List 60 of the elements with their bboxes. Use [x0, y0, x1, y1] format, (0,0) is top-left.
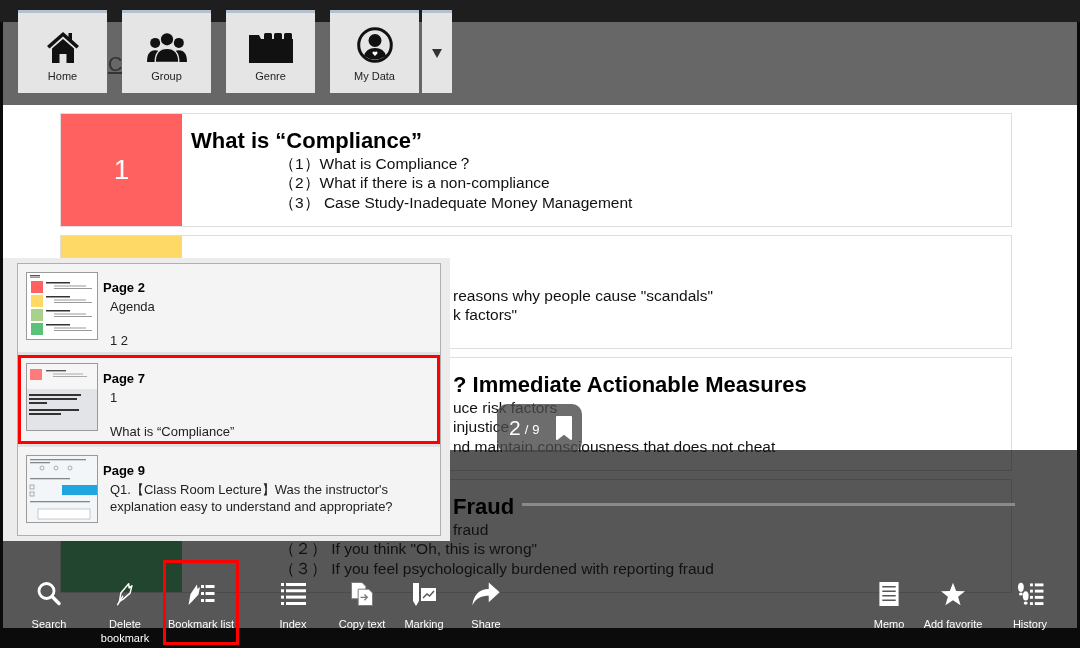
dropdown-button[interactable]: [422, 10, 452, 93]
group-button[interactable]: Group: [122, 10, 211, 93]
footprints-list-icon: [1016, 582, 1044, 606]
page-thumbnail-drawing: [26, 454, 98, 523]
share-icon: [471, 582, 501, 606]
agenda-number: 1: [113, 154, 130, 186]
bookmark-text: 1: [110, 389, 118, 407]
page-label: Page 7: [103, 370, 145, 388]
agenda-item: （1）What is Compliance？: [279, 153, 474, 174]
agenda-title: Fraud: [453, 493, 515, 520]
history-button[interactable]: History: [999, 582, 1061, 634]
index-button[interactable]: Index: [255, 582, 331, 634]
notepad-icon: [879, 582, 899, 606]
person-circle-icon: [356, 27, 393, 63]
agenda-item: （２） If you think "Oh, this is wrong": [279, 539, 537, 559]
list-icon: [280, 582, 306, 606]
total-pages: 9: [532, 422, 540, 438]
page-slider-track[interactable]: [522, 503, 1015, 506]
search-icon: [36, 582, 62, 606]
page-thumbnail-drawing: [26, 363, 98, 432]
genre-button[interactable]: Genre: [226, 10, 315, 93]
star-icon: [941, 582, 965, 606]
feather-list-icon: [187, 582, 215, 606]
agenda-item: fraud: [453, 519, 489, 540]
page-label: Page 9: [103, 461, 145, 479]
bookmark-text: Agenda: [110, 298, 155, 315]
search-button[interactable]: Search: [11, 582, 87, 634]
people-group-icon: [146, 31, 187, 63]
agenda-title: What is “Compliance”: [191, 127, 423, 154]
agenda-item: k factors": [453, 305, 518, 325]
current-page: 2: [509, 416, 521, 440]
my-data-button[interactable]: My Data: [330, 10, 419, 93]
page-label: Page 2: [103, 279, 145, 296]
bookmark-item[interactable]: Page 9 Q1.【Class Room Lecture】Was the instructor's explanation easy to understand and appropriate?: [18, 446, 440, 535]
bookmark-text: 1 2: [110, 332, 129, 349]
bookmark-list-button[interactable]: Bookmark list: [163, 560, 239, 645]
agenda-item: （3） Case Study-Inadequate Money Management: [279, 192, 633, 213]
pen-chart-icon: [412, 582, 436, 606]
page-separator: /: [524, 422, 529, 438]
page-thumbnail-drawing: [26, 272, 98, 340]
delete-bookmark-button[interactable]: Delete bookmark: [87, 582, 163, 648]
bookmark-text: What is “Compliance”: [110, 423, 235, 441]
home-button[interactable]: Home: [18, 10, 107, 93]
memo-button[interactable]: Memo: [860, 582, 918, 634]
agenda-item: （2）What if there is a non-compliance: [279, 173, 550, 193]
bookmark-item[interactable]: Page 2 Agenda 1 2: [18, 264, 440, 353]
folder-icon: [248, 33, 293, 63]
add-favorite-button[interactable]: Add favorite: [918, 582, 988, 634]
feather-outline-icon: [115, 582, 135, 606]
agenda-item: reasons why people cause "scandals": [453, 285, 714, 305]
documents-icon: [350, 582, 374, 606]
house-icon: [45, 31, 80, 63]
copy-text-button[interactable]: Copy text: [331, 582, 393, 634]
bookmark-text: Q1.【Class Room Lecture】Was the instructor's explanation easy to understand and appropriate?: [110, 480, 394, 515]
agenda-item: （３） If you feel psychologically burdened with reporting fraud: [279, 558, 714, 579]
share-button[interactable]: Share: [455, 582, 517, 634]
marking-button[interactable]: Marking: [393, 582, 455, 634]
caret-down-icon: [432, 48, 442, 58]
bookmark-item[interactable]: Page 7 1 What is “Compliance”: [18, 355, 440, 444]
agenda-title: ? Immediate Actionable Measures: [453, 371, 807, 398]
